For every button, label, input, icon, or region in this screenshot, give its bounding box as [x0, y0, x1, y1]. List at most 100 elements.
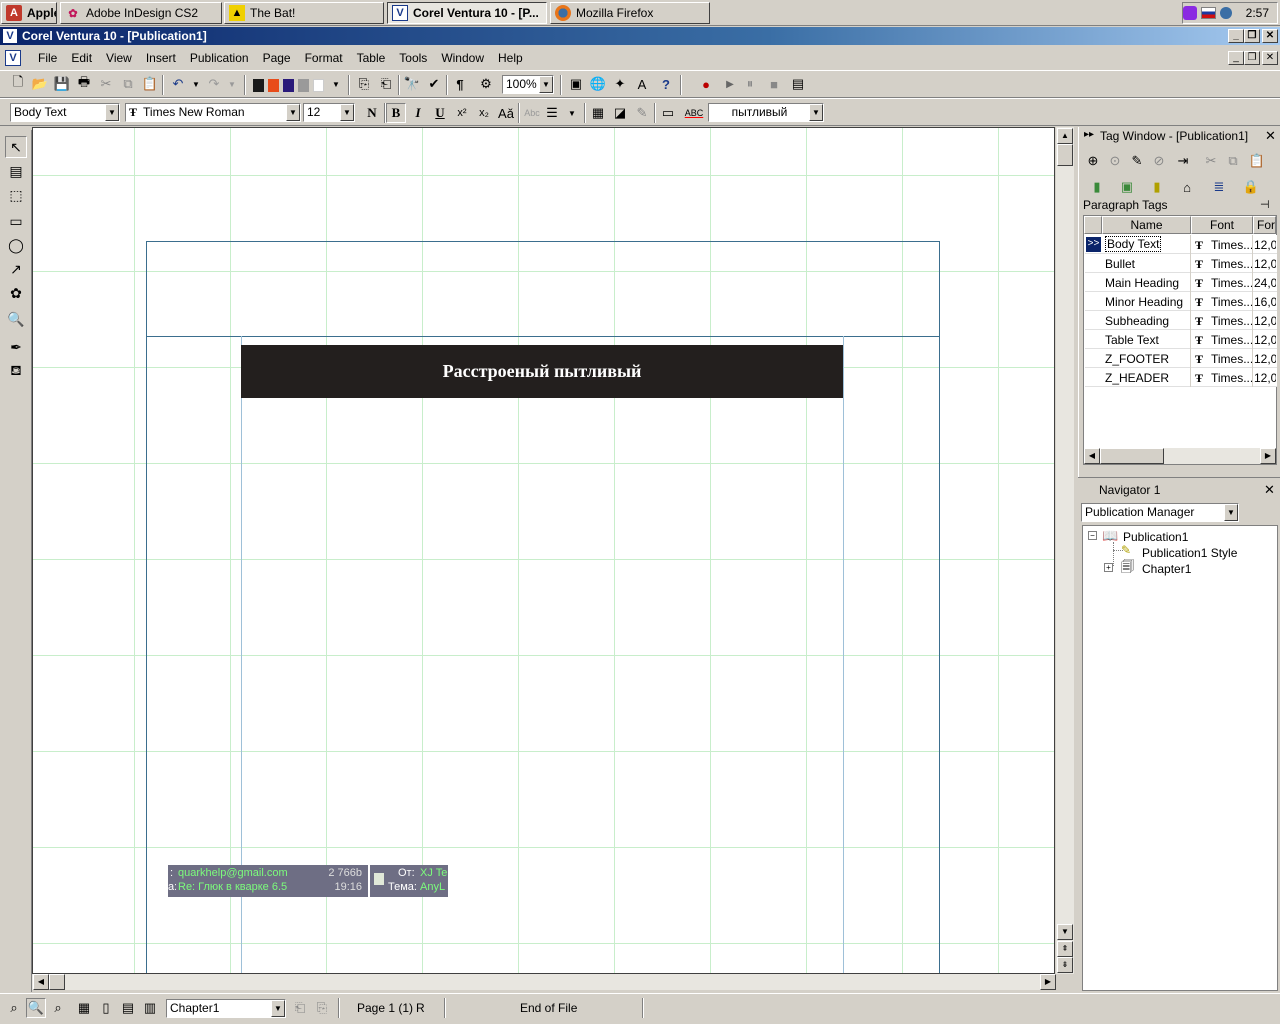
language-flag-icon[interactable] — [1200, 7, 1217, 19]
tag-scroll-thumb[interactable] — [1100, 448, 1164, 464]
tag-window-close-icon[interactable]: ✕ — [1265, 128, 1276, 144]
tag-list-scrollbar[interactable]: ◀ ▶ — [1084, 448, 1276, 464]
new-icon[interactable]: 🗋 — [8, 74, 28, 94]
pin-icon[interactable]: ⊣ — [1260, 198, 1270, 211]
main-heading-block[interactable]: Расстроеный пытливый — [241, 345, 843, 398]
comment-icon[interactable]: ▭ — [658, 103, 678, 123]
restore-button[interactable]: ❐ — [1244, 29, 1260, 43]
subscript-icon[interactable]: x₂ — [474, 103, 494, 123]
copy-tag-icon[interactable]: ⊙ — [1105, 151, 1125, 171]
tag-row[interactable]: Z_HEADER Ŧ Times... 12,0 — [1085, 368, 1277, 387]
ellipse-tool-icon[interactable]: ◯ — [5, 234, 27, 256]
column-name[interactable]: Name — [1102, 216, 1191, 234]
tag-row[interactable]: Minor Heading Ŧ Times... 16,0 — [1085, 292, 1277, 311]
column-font[interactable]: Font — [1191, 216, 1253, 234]
menu-window[interactable]: Window — [434, 51, 491, 65]
paint-bucket-icon[interactable]: ⛾ — [5, 360, 27, 382]
export-icon[interactable]: ⎗ — [376, 74, 396, 94]
scroll-right-icon[interactable]: ▶ — [1040, 974, 1056, 990]
insert-frame-icon[interactable]: ◪ — [610, 103, 630, 123]
table-tags-tab-icon[interactable]: ⌂ — [1177, 177, 1197, 197]
menu-edit[interactable]: Edit — [64, 51, 99, 65]
freehand-tool-icon[interactable]: ↗ — [5, 258, 27, 280]
doc-minimize-button[interactable]: _ — [1228, 51, 1244, 65]
next-page-icon[interactable]: ⇟ — [1057, 957, 1073, 973]
menu-help[interactable]: Help — [491, 51, 530, 65]
next-chapter-icon[interactable]: ⎘ — [312, 998, 332, 1018]
undo-icon[interactable]: ↶ — [168, 74, 188, 94]
tag-icon[interactable]: ⚙ — [476, 74, 496, 94]
cut-icon[interactable]: ✂ — [96, 74, 116, 94]
record-icon[interactable]: ● — [696, 74, 716, 94]
undo-dropdown-icon[interactable]: ▼ — [186, 74, 206, 94]
save-icon[interactable]: 💾 — [52, 74, 72, 94]
tag-row[interactable]: >> Body Text Ŧ Times... 12,0 — [1085, 235, 1277, 254]
task-firefox[interactable]: Mozilla Firefox — [550, 2, 710, 24]
spelling-icon[interactable]: ABC — [684, 103, 704, 123]
color-dropdown-icon[interactable]: ▼ — [326, 74, 346, 94]
tree-item-publication[interactable]: Publication1 — [1123, 530, 1188, 544]
smallcaps-icon[interactable]: Abc — [522, 103, 542, 123]
tag-row[interactable]: Bullet Ŧ Times... 12,0 — [1085, 254, 1277, 273]
normal-button[interactable]: N — [362, 103, 382, 123]
fill-tool-icon[interactable]: ✿ — [5, 282, 27, 304]
close-button[interactable]: ✕ — [1262, 29, 1278, 43]
doc-restore-button[interactable]: ❐ — [1244, 51, 1260, 65]
volume-icon[interactable] — [1220, 7, 1232, 19]
list-tags-tab-icon[interactable]: ≣ — [1209, 177, 1229, 197]
underline-button[interactable]: U — [430, 103, 450, 123]
zoom-tool-icon[interactable]: 🔍 — [5, 308, 27, 330]
apply-tag-icon[interactable]: ⇥ — [1173, 151, 1193, 171]
redo-dropdown-icon[interactable]: ▼ — [222, 74, 242, 94]
navigator-mode-select[interactable]: Publication Manager ▼ — [1081, 503, 1239, 522]
chapter-select[interactable]: Chapter1 ▼ — [166, 999, 286, 1018]
zoom-select[interactable]: 100% ▼ — [502, 75, 554, 94]
column-size[interactable]: For — [1253, 216, 1276, 234]
doc-close-button[interactable]: ✕ — [1262, 51, 1278, 65]
align-center-icon[interactable]: ☰ — [542, 103, 562, 123]
lock-tags-tab-icon[interactable]: 🔒 — [1241, 177, 1261, 197]
paragraph-tags-tab-icon[interactable]: ▮ — [1087, 177, 1107, 197]
delete-tag-icon[interactable]: ⊘ — [1149, 151, 1169, 171]
tag-cut-icon[interactable]: ✂ — [1201, 151, 1221, 171]
spelling-word-select[interactable]: пытливый ▼ — [708, 103, 824, 122]
color-swatch-gray[interactable] — [298, 79, 309, 92]
tag-copy-icon[interactable]: ⧉ — [1223, 151, 1243, 171]
font-size-dropdown-icon[interactable]: ▼ — [340, 104, 354, 121]
redo-icon[interactable]: ↷ — [204, 74, 224, 94]
task-ventura[interactable]: V Corel Ventura 10 - [P... — [387, 2, 547, 24]
tree-collapse-icon[interactable]: − — [1088, 531, 1097, 540]
start-button[interactable]: A Apple — [1, 2, 57, 24]
color-swatch-orange[interactable] — [268, 79, 279, 92]
rectangle-tool-icon[interactable]: ▭ — [5, 210, 27, 232]
superscript-icon[interactable]: x² — [452, 103, 472, 123]
case-icon[interactable]: Aǎ — [496, 103, 516, 123]
horizontal-scroll-thumb[interactable] — [49, 974, 65, 990]
tag-scroll-left-icon[interactable]: ◀ — [1084, 448, 1100, 464]
frame-icon[interactable]: ▣ — [566, 74, 586, 94]
globe-icon[interactable]: 🌐 — [588, 74, 608, 94]
edit-frame-icon[interactable]: ✎ — [632, 103, 652, 123]
view-draft-icon[interactable]: ⌕ — [4, 998, 24, 1018]
vertical-scrollbar[interactable]: ▲ ▼ ⇞ ⇟ — [1056, 127, 1074, 974]
play-icon[interactable]: ▶ — [720, 74, 740, 94]
table-icon[interactable]: ▦ — [588, 103, 608, 123]
italic-button[interactable]: I — [408, 103, 428, 123]
tag-row[interactable]: Table Text Ŧ Times... 12,0 — [1085, 330, 1277, 349]
paragraph-tag-dropdown-icon[interactable]: ▼ — [105, 104, 119, 121]
open-icon[interactable]: 📂 — [30, 74, 50, 94]
prev-page-icon[interactable]: ⇞ — [1057, 941, 1073, 957]
navigator-tree[interactable]: − 📖 Publication1 ✎ Publication1 Style + … — [1082, 525, 1278, 991]
color-swatch-purple[interactable] — [283, 79, 294, 92]
menu-insert[interactable]: Insert — [139, 51, 183, 65]
minimize-button[interactable]: _ — [1228, 29, 1244, 43]
tree-expand-icon[interactable]: + — [1104, 563, 1113, 572]
spelling-dropdown-icon[interactable]: ▼ — [809, 104, 823, 121]
align-dropdown-icon[interactable]: ▼ — [562, 103, 582, 123]
media-icon[interactable]: ✦ — [610, 74, 630, 94]
tag-row[interactable]: Z_FOOTER Ŧ Times... 12,0 — [1085, 349, 1277, 368]
edit-tag-icon[interactable]: ✎ — [1127, 151, 1147, 171]
print-icon[interactable]: 🖶 — [74, 74, 94, 94]
tag-scroll-right-icon[interactable]: ▶ — [1260, 448, 1276, 464]
task-indesign[interactable]: ✿ Adobe InDesign CS2 — [60, 2, 222, 24]
